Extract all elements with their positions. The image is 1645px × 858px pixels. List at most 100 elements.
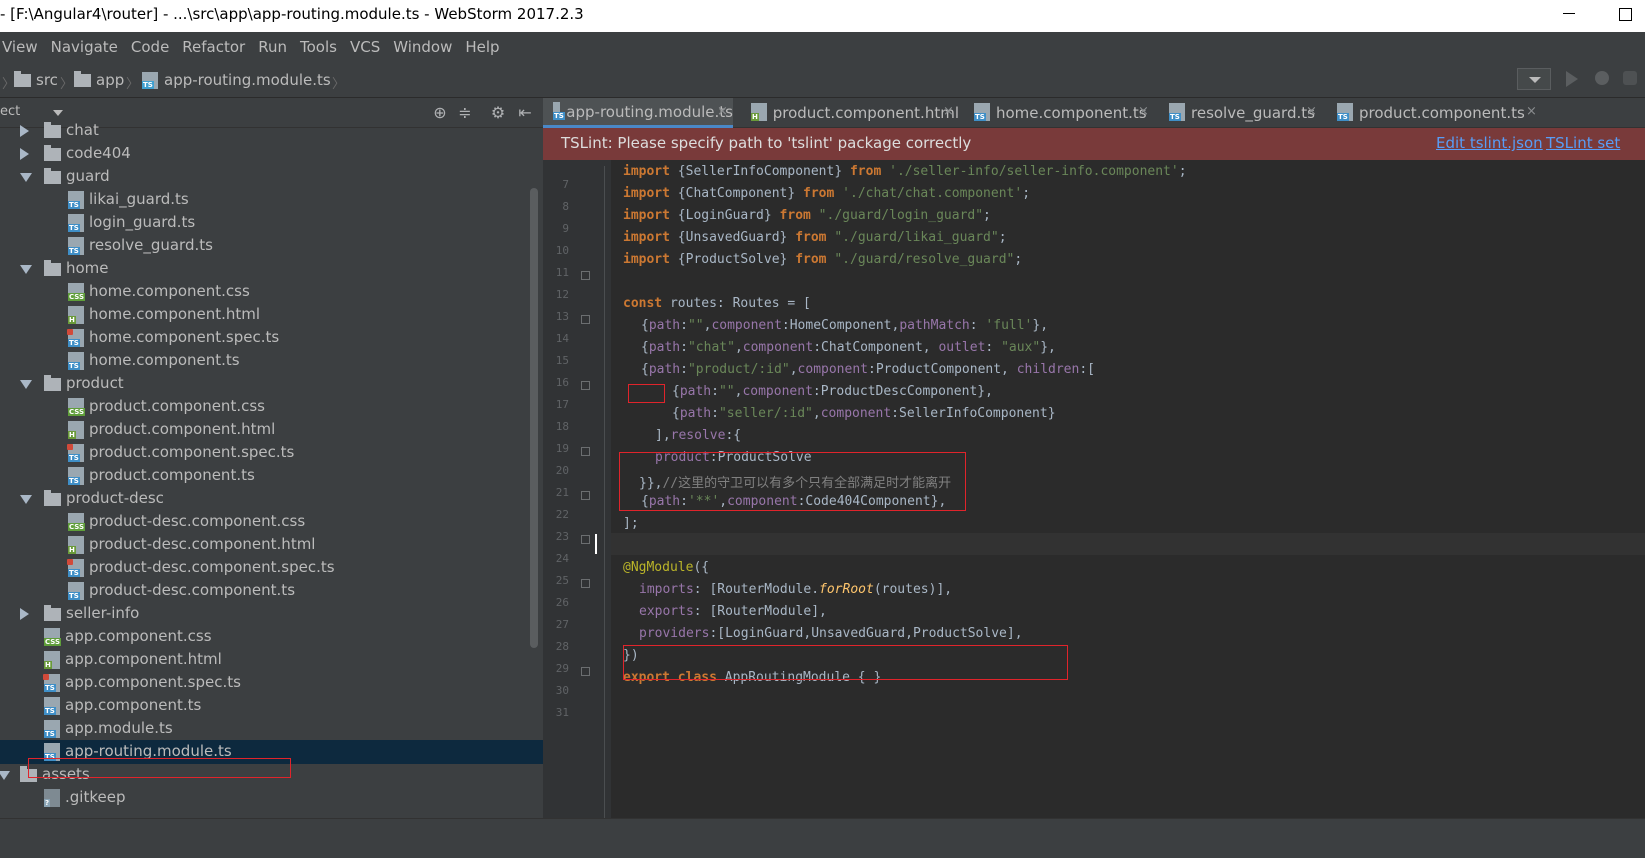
tree-file[interactable]: Hhome.component.html [0, 303, 543, 327]
tree-folder[interactable]: chat [0, 119, 543, 143]
menu-run[interactable]: Run [256, 38, 294, 56]
tree-file[interactable]: ? .gitkeep [0, 786, 543, 810]
tree-file[interactable]: TS product.component.ts [0, 464, 543, 488]
code-line[interactable]: {path:"product/:id",component:ProductCom… [641, 362, 1095, 377]
tree-file[interactable]: TS app.component.spec.ts [0, 671, 543, 695]
breadcrumb-app[interactable]: app [74, 70, 124, 89]
close-icon[interactable]: × [1138, 104, 1149, 119]
fold-marker-icon[interactable] [581, 271, 590, 280]
tree-file[interactable]: CSS product.component.css [0, 395, 543, 419]
tree-file[interactable]: TS home.component.spec.ts [0, 326, 543, 350]
breadcrumb-file[interactable]: app-routing.module.ts [142, 71, 331, 89]
fold-marker-icon[interactable] [581, 491, 590, 500]
code-line[interactable]: import {UnsavedGuard} from "./guard/lika… [623, 230, 1007, 245]
tree-file[interactable]: TS product-desc.component.spec.ts [0, 556, 543, 580]
chevron-right-icon[interactable] [20, 608, 29, 620]
code-line[interactable]: import {LoginGuard} from "./guard/login_… [623, 208, 991, 223]
tree-file[interactable]: TS login_guard.ts [0, 211, 543, 235]
chevron-right-icon[interactable] [20, 125, 29, 137]
tree-file[interactable]: Hproduct.component.html [0, 418, 543, 442]
menu-view[interactable]: View [0, 38, 45, 56]
code-line[interactable]: @NgModule({ [623, 560, 709, 575]
tree-file[interactable]: Happ.component.html [0, 648, 543, 672]
chevron-right-icon[interactable] [20, 148, 29, 160]
tree-file[interactable]: CSS product-desc.component.css [0, 510, 543, 534]
breadcrumb-src[interactable]: src [14, 70, 58, 89]
tree-file[interactable]: TS resolve_guard.ts [0, 234, 543, 258]
code-line[interactable]: import {SellerInfoComponent} from './sel… [623, 164, 1187, 179]
edit-tslint-link[interactable]: Edit tslint.json [1436, 134, 1543, 152]
breadcrumb-separator: 〉 [60, 77, 74, 92]
editor-tab[interactable]: TS product.component.ts × [1327, 98, 1542, 128]
chevron-down-icon[interactable] [20, 173, 32, 182]
menu-refactor[interactable]: Refactor [180, 38, 252, 56]
code-line[interactable]: ]; [623, 516, 639, 531]
code-token: './chat/chat.component' [834, 186, 1023, 201]
fold-marker-icon[interactable] [581, 447, 590, 456]
tree-file[interactable]: TS app.module.ts [0, 717, 543, 741]
tree-folder[interactable]: seller-info [0, 602, 543, 626]
tslint-settings-link[interactable]: TSLint set [1546, 134, 1620, 152]
tree-file[interactable]: CSS home.component.css [0, 280, 543, 304]
run-configuration-dropdown[interactable] [1517, 68, 1551, 90]
code-line[interactable]: imports: [RouterModule.forRoot(routes)], [639, 582, 952, 597]
line-number: 16 [555, 376, 569, 389]
fold-marker-icon[interactable] [581, 667, 590, 676]
debug-icon[interactable] [1592, 68, 1612, 90]
tree-file[interactable]: TS product-desc.component.ts [0, 579, 543, 603]
code-token: path [648, 362, 681, 377]
tree-folder[interactable]: code404 [0, 142, 543, 166]
tree-folder[interactable]: home [0, 257, 543, 281]
editor-tab[interactable]: Hproduct.component.html × [741, 98, 959, 128]
fold-marker-icon[interactable] [581, 579, 590, 588]
file-type-badge: CSS [68, 293, 86, 301]
menu-help[interactable]: Help [463, 38, 506, 56]
menu-vcs[interactable]: VCS [348, 38, 387, 56]
chevron-down-icon[interactable] [20, 265, 32, 274]
close-icon[interactable]: × [717, 104, 728, 119]
tree-item-label: home [66, 259, 109, 277]
project-view-selector[interactable]: ect [0, 104, 20, 119]
code-line[interactable]: {path:"",component:HomeComponent,pathMat… [641, 318, 1048, 333]
tree-folder[interactable]: product [0, 372, 543, 396]
tree-folder[interactable]: product-desc [0, 487, 543, 511]
menu-navigate[interactable]: Navigate [49, 38, 125, 56]
tree-file[interactable]: TS app.component.ts [0, 694, 543, 718]
close-icon[interactable]: × [1526, 104, 1537, 119]
editor-tab[interactable]: TS resolve_guard.ts × [1159, 98, 1322, 128]
tree-file[interactable]: TS home.component.ts [0, 349, 543, 373]
code-line[interactable]: {path:"chat",component:ChatComponent, ou… [641, 340, 1056, 355]
fold-marker-icon[interactable] [581, 535, 590, 544]
menu-window[interactable]: Window [391, 38, 459, 56]
fold-marker-icon[interactable] [581, 315, 590, 324]
coverage-icon[interactable] [1620, 68, 1640, 90]
code-line[interactable]: import {ProductSolve} from "./guard/reso… [623, 252, 1022, 267]
tree-file[interactable]: Hproduct-desc.component.html [0, 533, 543, 557]
code-line[interactable]: {path:"seller/:id",component:SellerInfoC… [672, 406, 1056, 421]
chevron-down-icon[interactable] [53, 110, 63, 116]
code-line[interactable]: exports: [RouterModule], [639, 604, 827, 619]
code-line[interactable]: ],resolve:{ [655, 428, 741, 443]
minimize-button[interactable] [1545, 0, 1591, 32]
menu-code[interactable]: Code [129, 38, 176, 56]
chevron-down-icon[interactable] [20, 495, 32, 504]
close-icon[interactable]: × [1306, 104, 1317, 119]
fold-marker-icon[interactable] [581, 381, 590, 390]
tree-file[interactable]: TS product.component.spec.ts [0, 441, 543, 465]
project-scrollbar[interactable] [530, 188, 538, 648]
tree-folder[interactable]: guard [0, 165, 543, 189]
tree-file[interactable]: TS likai_guard.ts [0, 188, 543, 212]
menu-tools[interactable]: Tools [298, 38, 344, 56]
code-line[interactable]: import {ChatComponent} from './chat/chat… [623, 186, 1030, 201]
tree-file[interactable]: CSS app.component.css [0, 625, 543, 649]
chevron-down-icon[interactable] [0, 771, 10, 780]
code-line[interactable]: const routes: Routes = [ [623, 296, 811, 311]
code-line[interactable]: providers:[LoginGuard,UnsavedGuard,Produ… [639, 626, 1023, 641]
code-line[interactable]: {path:"",component:ProductDescComponent}… [672, 384, 993, 399]
close-icon[interactable]: × [943, 104, 954, 119]
run-icon[interactable] [1563, 68, 1581, 90]
chevron-down-icon[interactable] [20, 380, 32, 389]
maximize-button[interactable] [1605, 0, 1645, 32]
editor-tab[interactable]: TS app-routing.module.ts × [543, 98, 733, 128]
editor-tab[interactable]: TS home.component.ts × [964, 98, 1154, 128]
